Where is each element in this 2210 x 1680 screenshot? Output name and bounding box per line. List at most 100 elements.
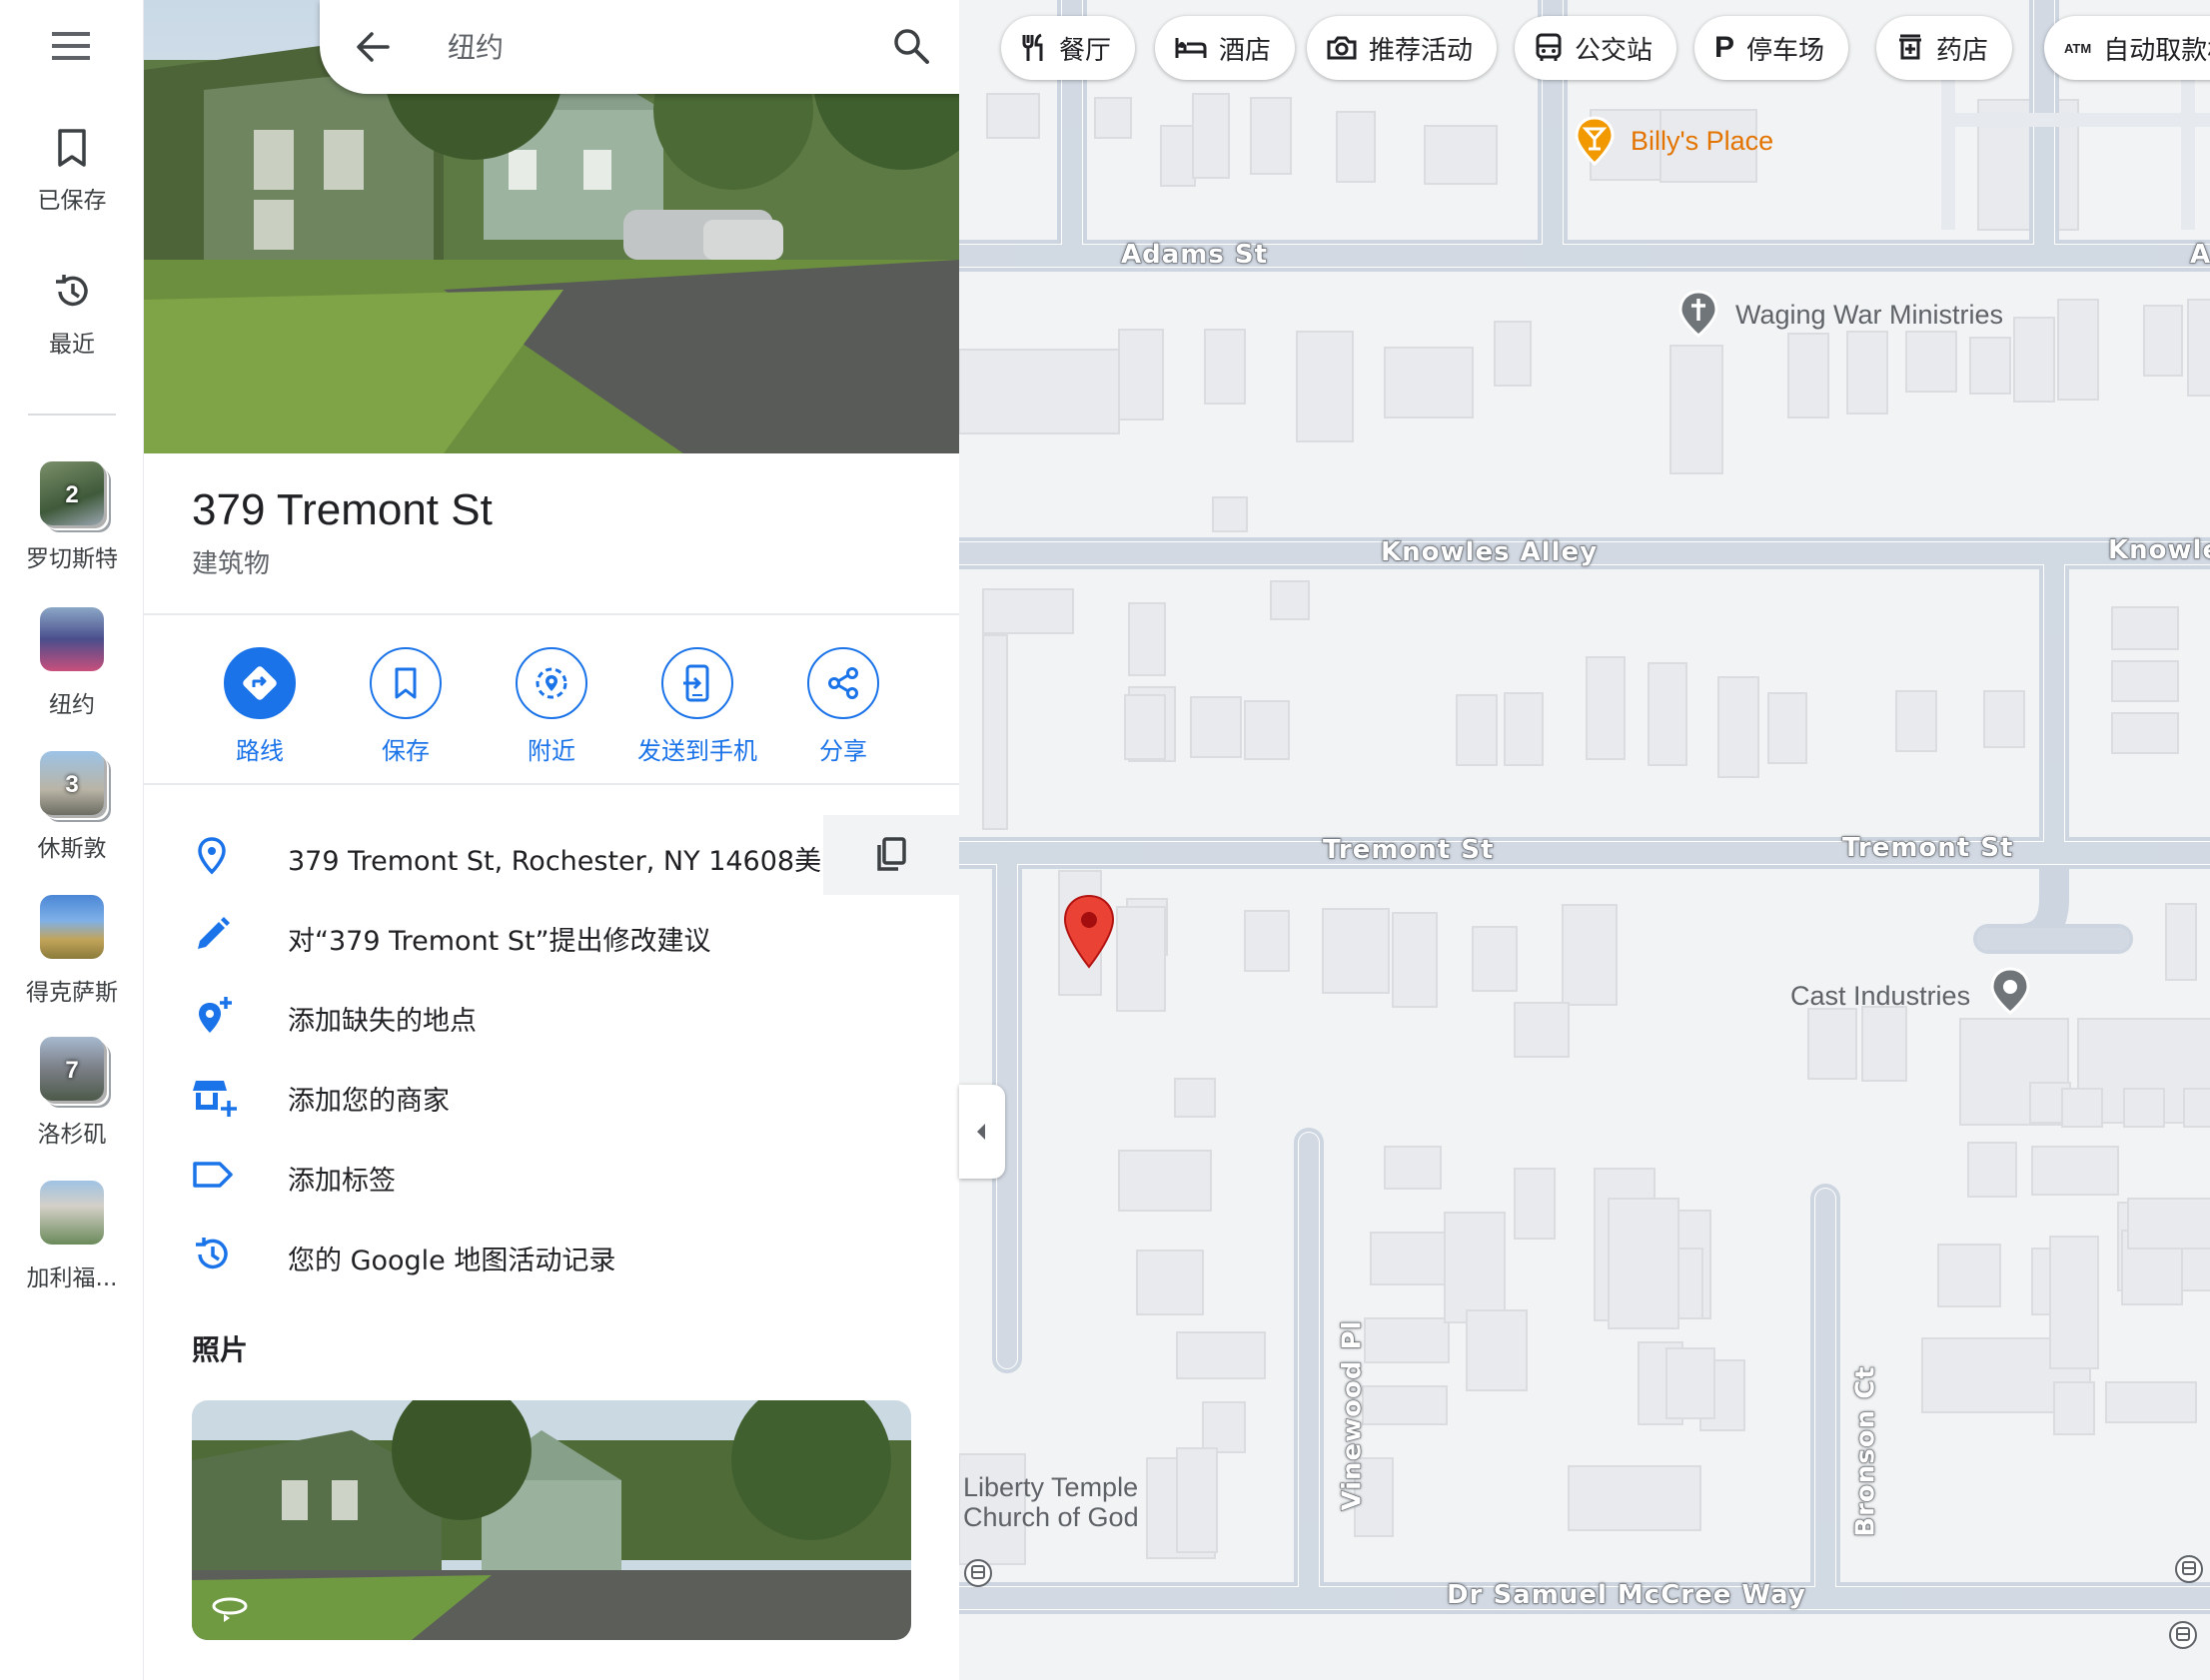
add-business-icon [192,1075,237,1117]
maps-activity-text: 您的 Google 地图活动记录 [288,1246,616,1276]
place-title: 379 Tremont St [192,485,493,534]
recent-item-label: 纽约 [49,692,95,718]
recent-thumbnail [40,607,104,671]
chip-label: 公交站 [1575,35,1654,66]
chevron-left-icon [973,1121,989,1143]
recent-item-los-angeles[interactable]: 7 洛杉矶 [0,1037,144,1149]
saved-button[interactable]: 已保存 [0,128,144,215]
photos-heading: 照片 [192,1333,249,1366]
directions-label: 路线 [236,737,284,765]
add-missing-place-row[interactable]: 添加缺失的地点 [144,975,959,1055]
church-poi-icon[interactable] [1676,290,1720,342]
recent-item-label: 洛杉矶 [37,1122,107,1148]
recent-thumbnail [40,895,104,959]
send-to-phone-button[interactable]: 发送到手机 [624,647,770,766]
save-button[interactable]: 保存 [333,647,479,766]
road-label-vinewood: Vinewood Pl [1337,1319,1368,1511]
chip-atms[interactable]: ATM 自动取款机 [2044,16,2210,80]
save-label: 保存 [382,737,430,765]
recent-thumbnail [40,1181,104,1245]
copy-address-button[interactable] [823,815,959,895]
fork-knife-icon [1021,33,1047,63]
recent-item-houston[interactable]: 3 休斯敦 [0,751,144,863]
back-arrow-icon[interactable] [354,28,392,66]
poi-label-waging-war[interactable]: Waging War Ministries [1735,300,2003,331]
add-business-row[interactable]: 添加您的商家 [144,1055,959,1135]
share-button[interactable]: 分享 [770,647,916,766]
recent-thumbnail: 7 [40,1037,104,1101]
chip-label: 酒店 [1219,35,1272,66]
bookmark-icon [54,128,90,168]
chip-hotels[interactable]: 酒店 [1155,16,1296,80]
add-missing-place-text: 添加缺失的地点 [288,1006,477,1037]
search-icon[interactable] [891,26,931,66]
recent-item-rochester[interactable]: 2 罗切斯特 [0,461,144,573]
poi-label-billys-place[interactable]: Billy's Place [1631,126,1773,157]
label-icon [192,1155,233,1195]
collapse-panel-button[interactable] [959,1085,1005,1179]
road-label-adams: Adams St [1120,240,1269,271]
recent-button[interactable]: 最近 [0,272,144,359]
add-label-row[interactable]: 添加标签 [144,1135,959,1215]
history-icon [52,272,92,312]
recent-thumbnail: 3 [40,751,104,815]
bed-icon [1175,36,1207,60]
copy-icon [873,835,909,873]
poi-label-cast-industries[interactable]: Cast Industries [1790,981,1970,1012]
poi-label-church-of-god[interactable]: Church of God [963,1502,1139,1532]
road-label-adams-right: A [2189,240,2210,271]
recent-item-texas[interactable]: 得克萨斯 [0,895,144,1007]
address-text: 379 Tremont St, Rochester, NY 14608美国 [288,846,849,877]
bus-stop-icon[interactable] [2174,1554,2204,1584]
bus-stop-icon[interactable] [963,1558,993,1588]
chip-things-to-do[interactable]: 推荐活动 [1307,16,1498,80]
send-to-phone-icon [681,664,713,702]
recent-item-new-york[interactable]: 纽约 [0,607,144,719]
hamburger-menu-icon[interactable] [52,30,92,62]
recent-item-label: 得克萨斯 [26,980,118,1006]
chip-label: 自动取款机 [2103,35,2210,66]
chip-pharmacies[interactable]: 药店 [1876,16,2013,80]
search-box[interactable]: 纽约 [320,0,959,94]
left-rail: 已保存 最近 2 罗切斯特 纽约 3 休斯敦 得克萨斯 7 洛杉矶 加利福... [0,0,144,1680]
bus-stop-icon[interactable] [2168,1620,2198,1650]
nearby-button[interactable]: 附近 [479,647,624,766]
road-label-tremont: Tremont St [1841,833,2014,864]
share-label: 分享 [819,737,867,765]
chip-label: 药店 [1936,35,1989,66]
search-input[interactable]: 纽约 [448,26,504,66]
bar-poi-icon[interactable] [1573,116,1617,172]
poi-label-liberty-temple[interactable]: Liberty Temple [963,1472,1138,1502]
pharmacy-icon [1896,34,1924,62]
chip-parking[interactable]: P 停车场 [1694,16,1849,80]
pencil-icon [192,915,232,955]
nearby-icon [534,665,569,701]
road-label-knowles-right: Knowle [2107,535,2210,566]
directions-button[interactable]: 路线 [187,647,333,766]
camera-icon [1327,35,1357,61]
bus-icon [1535,33,1563,63]
location-pin-icon [192,835,232,875]
address-row[interactable]: 379 Tremont St, Rochester, NY 14608美国 [144,815,959,895]
share-icon [826,666,860,700]
business-poi-icon[interactable] [1988,967,2032,1019]
recent-label: 最近 [49,332,95,358]
road-label-knowles: Knowles Alley [1380,537,1599,568]
atm-icon: ATM [2064,40,2092,56]
suggest-edit-text: 对“379 Tremont St”提出修改建议 [288,926,711,957]
chip-restaurants[interactable]: 餐厅 [1001,16,1136,80]
road-label-bronson: Bronson Ct [1850,1365,1881,1537]
suggest-edit-row[interactable]: 对“379 Tremont St”提出修改建议 [144,895,959,975]
bookmark-icon [391,666,421,700]
parking-icon: P [1714,31,1735,64]
recent-item-label: 罗切斯特 [26,546,118,572]
selected-place-pin-icon[interactable] [1061,893,1117,971]
maps-activity-row[interactable]: 您的 Google 地图活动记录 [144,1215,959,1294]
rail-divider [28,414,116,416]
recent-item-california[interactable]: 加利福... [0,1181,144,1292]
chip-transit[interactable]: 公交站 [1515,16,1677,80]
recent-thumbnail: 2 [40,461,104,525]
map-canvas[interactable]: 餐厅 酒店 推荐活动 公交站 P 停车场 药店 ATM 自动取款机 Adams … [959,0,2210,1680]
road-label-mccree: Dr Samuel McCree Way [1447,1580,1806,1611]
photo-card[interactable] [192,1400,911,1640]
